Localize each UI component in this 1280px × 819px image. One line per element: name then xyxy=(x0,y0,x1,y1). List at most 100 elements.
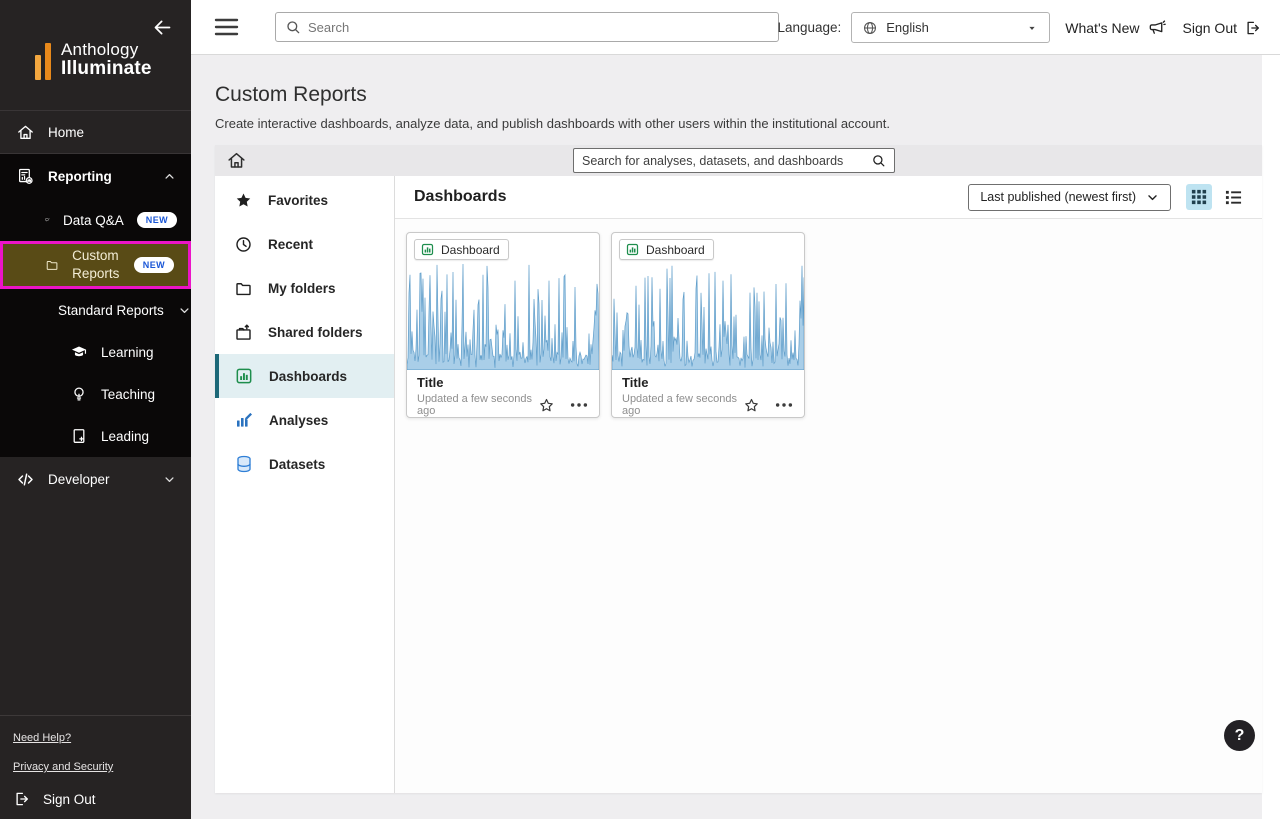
page-description: Create interactive dashboards, analyze d… xyxy=(215,116,1280,131)
search-icon xyxy=(871,153,886,168)
code-icon xyxy=(16,470,35,489)
nav-item-favorites[interactable]: Favorites xyxy=(215,178,394,222)
lightbulb-icon xyxy=(70,385,88,403)
star-icon xyxy=(234,191,253,210)
whats-new-label: What's New xyxy=(1065,20,1139,36)
grid-view-icon xyxy=(1191,189,1207,205)
need-help-link[interactable]: Need Help? xyxy=(13,732,191,744)
caret-down-icon xyxy=(1025,21,1039,35)
new-badge: NEW xyxy=(137,212,177,228)
dashboard-card[interactable]: Dashboard Title Updated a few seconds ag… xyxy=(406,232,600,418)
chevron-up-icon xyxy=(162,169,177,184)
reporting-group: Reporting Data Q&A NEW Custom Reports NE… xyxy=(0,154,191,457)
nav-item-recent[interactable]: Recent xyxy=(215,222,394,266)
card-type-badge: Dashboard xyxy=(414,239,509,260)
sidebar: Anthology Illuminate Home Reporting Data… xyxy=(0,0,191,819)
graduation-cap-icon xyxy=(70,343,88,361)
whats-new-button[interactable]: What's New xyxy=(1065,18,1165,37)
sort-dropdown[interactable]: Last published (newest first) xyxy=(968,184,1171,211)
sidebar-item-reporting[interactable]: Reporting xyxy=(0,154,191,199)
chevron-down-icon xyxy=(1146,191,1159,204)
explorer-home-button[interactable] xyxy=(226,150,247,171)
shared-folder-icon xyxy=(234,323,253,342)
nav-item-shared-folders[interactable]: Shared folders xyxy=(215,310,394,354)
grid-view-button[interactable] xyxy=(1186,184,1212,210)
chevron-down-icon xyxy=(177,303,192,318)
sidebar-item-label: Teaching xyxy=(101,387,155,402)
sidebar-item-home[interactable]: Home xyxy=(0,110,191,154)
card-thumbnail-chart xyxy=(407,262,599,370)
sign-out-icon xyxy=(13,790,31,808)
sidebar-sign-out[interactable]: Sign Out xyxy=(13,790,191,808)
topbar-sign-out[interactable]: Sign Out xyxy=(1183,19,1262,37)
right-margin xyxy=(1262,55,1280,819)
nav-item-label: My folders xyxy=(268,281,336,296)
star-outline-icon xyxy=(743,397,760,414)
ellipsis-icon xyxy=(569,401,589,409)
folder-icon xyxy=(234,279,253,298)
dashboards-content: Dashboards Last published (newest first) xyxy=(395,176,1262,793)
card-type-label: Dashboard xyxy=(646,243,705,257)
card-updated-text: Updated a few seconds ago xyxy=(622,393,743,417)
dashboard-icon xyxy=(625,242,640,257)
ellipsis-icon xyxy=(774,401,794,409)
folder-icon xyxy=(45,256,59,274)
card-menu-button[interactable] xyxy=(774,401,794,409)
sidebar-item-label: Custom Reports xyxy=(72,247,121,282)
help-button[interactable]: ? xyxy=(1224,720,1255,751)
clock-icon xyxy=(234,235,253,254)
megaphone-icon xyxy=(1147,18,1166,37)
nav-item-my-folders[interactable]: My folders xyxy=(215,266,394,310)
sidebar-item-developer[interactable]: Developer xyxy=(0,457,191,501)
nav-item-datasets[interactable]: Datasets xyxy=(215,442,394,486)
nav-item-label: Shared folders xyxy=(268,325,363,340)
section-title: Dashboards xyxy=(414,188,506,206)
list-view-icon xyxy=(1225,189,1242,206)
favorite-toggle[interactable] xyxy=(538,397,555,414)
hamburger-icon xyxy=(214,17,239,37)
nav-item-analyses[interactable]: Analyses xyxy=(215,398,394,442)
search-icon xyxy=(285,19,301,35)
explorer-toolbar xyxy=(215,145,1262,176)
sign-out-label: Sign Out xyxy=(43,792,96,807)
card-updated-text: Updated a few seconds ago xyxy=(417,393,538,417)
sign-out-label: Sign Out xyxy=(1183,20,1237,36)
sidebar-item-custom-reports[interactable]: Custom Reports NEW xyxy=(0,241,191,289)
sign-out-icon xyxy=(1244,19,1262,37)
sidebar-item-leading[interactable]: Leading xyxy=(0,415,191,457)
datasets-icon xyxy=(234,454,254,474)
sidebar-item-learning[interactable]: Learning xyxy=(0,331,191,373)
global-search-input[interactable] xyxy=(308,20,769,35)
sidebar-item-label: Standard Reports xyxy=(58,303,164,318)
sidebar-item-data-qa[interactable]: Data Q&A NEW xyxy=(0,199,191,241)
global-search xyxy=(275,12,779,42)
page-title: Custom Reports xyxy=(215,83,1280,107)
nav-item-label: Dashboards xyxy=(269,369,347,384)
privacy-security-link[interactable]: Privacy and Security xyxy=(13,761,191,773)
brand-line1: Anthology xyxy=(61,41,152,59)
card-menu-button[interactable] xyxy=(569,401,589,409)
star-outline-icon xyxy=(538,397,555,414)
list-view-button[interactable] xyxy=(1220,184,1246,210)
language-label: Language: xyxy=(777,20,841,35)
sidebar-item-label: Data Q&A xyxy=(63,213,124,228)
language-select[interactable]: English xyxy=(851,12,1050,43)
main-region: Custom Reports Create interactive dashbo… xyxy=(191,55,1280,819)
nav-item-label: Favorites xyxy=(268,193,328,208)
sidebar-item-teaching[interactable]: Teaching xyxy=(0,373,191,415)
sidebar-item-label: Developer xyxy=(48,472,110,487)
nav-item-dashboards[interactable]: Dashboards xyxy=(215,354,394,398)
reporting-icon xyxy=(16,167,35,186)
explorer-search-input[interactable] xyxy=(582,154,865,168)
explorer-search xyxy=(573,148,895,173)
topbar: Language: English What's New Sign Out xyxy=(191,0,1280,55)
custom-reports-panel: Favorites Recent My folders Shared folde… xyxy=(215,145,1262,793)
dashboards-icon xyxy=(234,366,254,386)
favorite-toggle[interactable] xyxy=(743,397,760,414)
dashboard-card[interactable]: Dashboard Title Updated a few seconds ag… xyxy=(611,232,805,418)
menu-button[interactable] xyxy=(214,17,239,37)
collapse-sidebar-button[interactable] xyxy=(152,17,173,38)
dashboard-card-grid: Dashboard Title Updated a few seconds ag… xyxy=(395,219,1262,418)
chevron-down-icon xyxy=(162,472,177,487)
sidebar-item-standard-reports[interactable]: Standard Reports xyxy=(0,289,191,331)
